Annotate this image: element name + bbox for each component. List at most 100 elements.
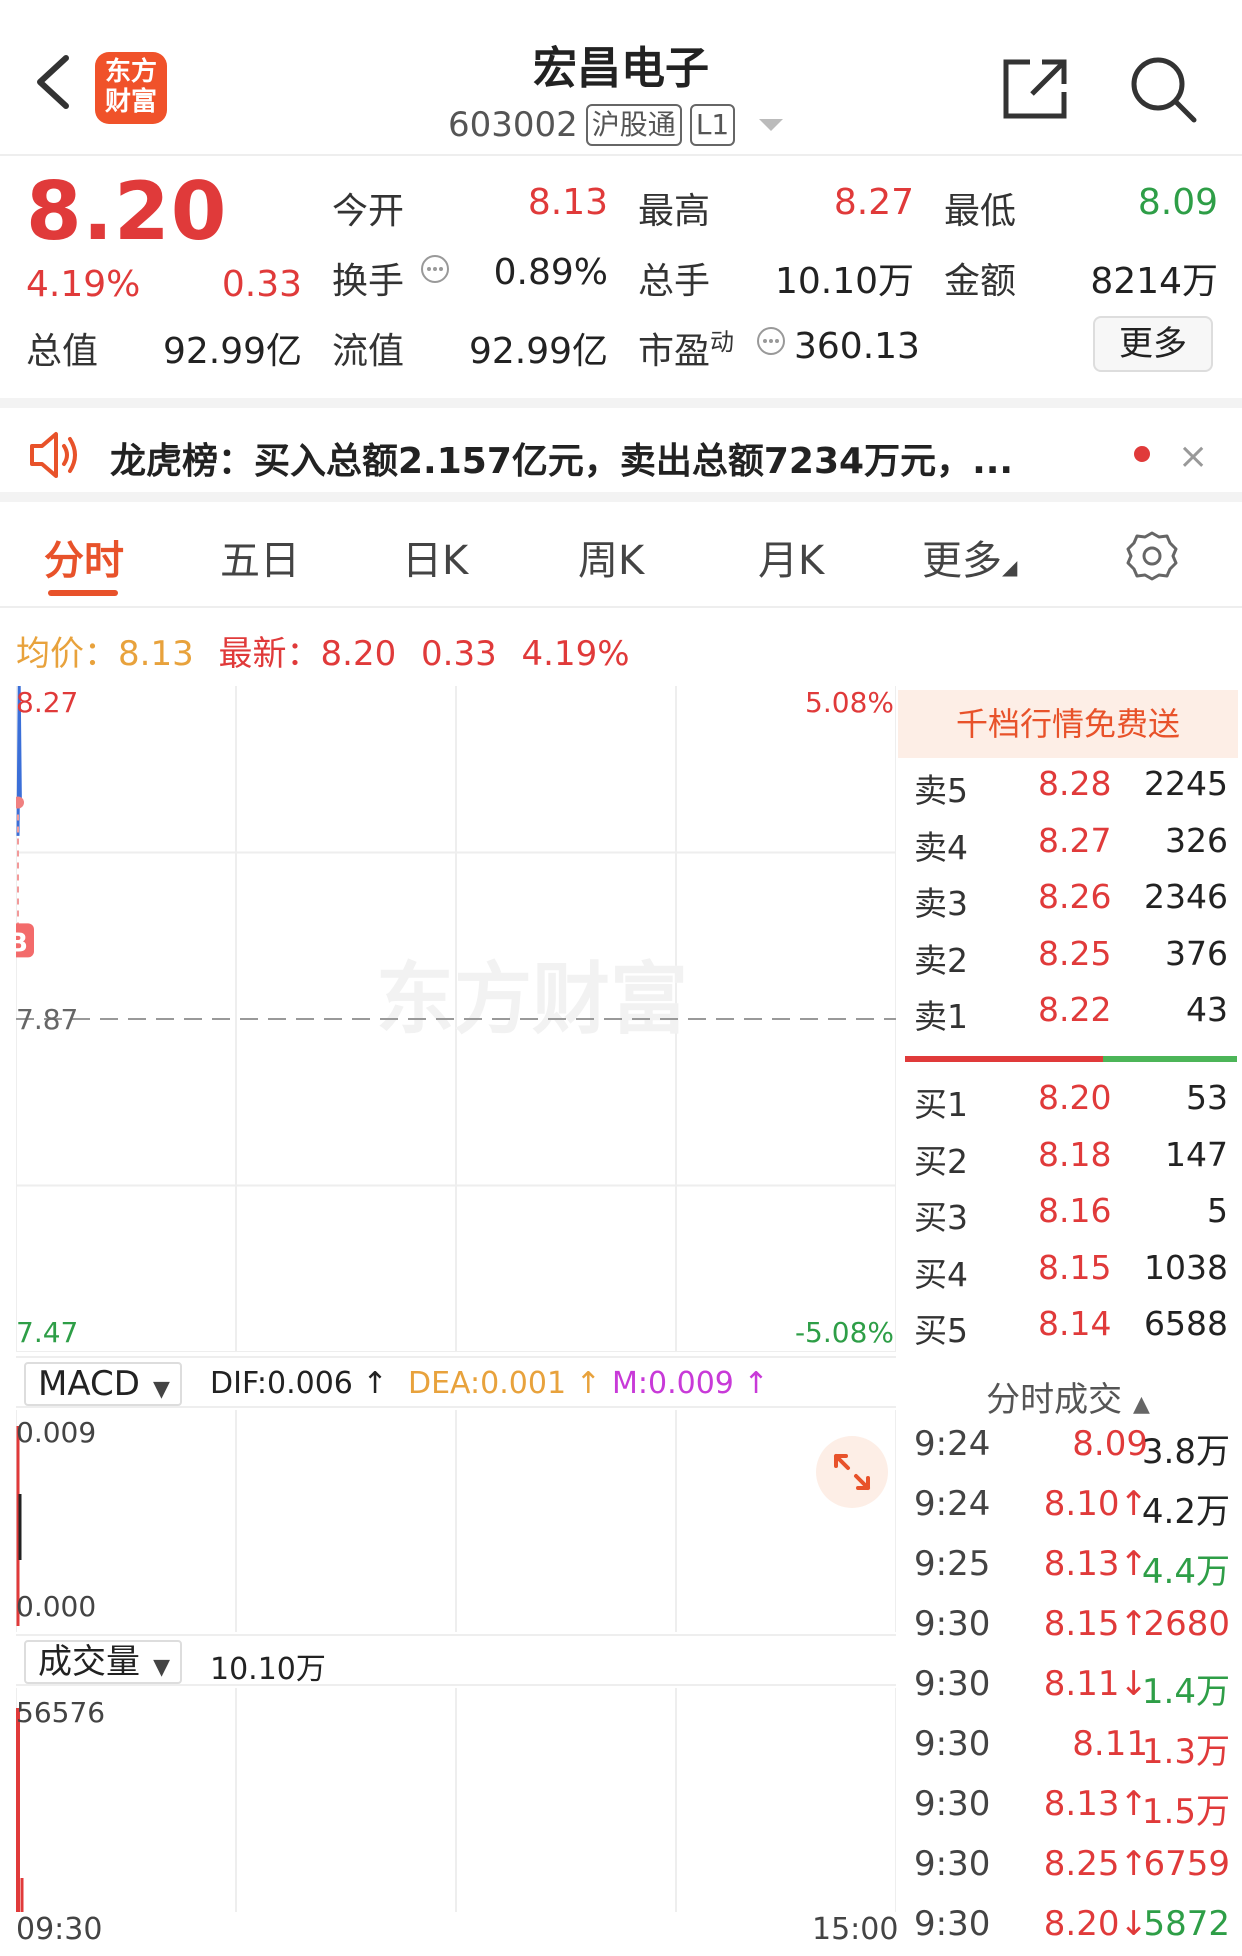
trade-time: 9:30 <box>914 1904 991 1944</box>
tab-underline <box>48 590 118 596</box>
orderbook-row[interactable]: 卖1 8.22 43 <box>898 990 1228 1046</box>
trade-price: 8.15↑ <box>1043 1604 1148 1644</box>
y-tick-top: 8.27 <box>16 686 78 719</box>
high-value: 8.27 <box>833 182 914 223</box>
trade-price: 8.13↑ <box>1043 1544 1148 1584</box>
low-label: 最低 <box>944 191 1017 232</box>
trade-volume: 3.8万 <box>1141 1432 1230 1472</box>
notice-bar[interactable]: 龙虎榜：买入总额2.157亿元，卖出总额7234万元，... × <box>0 398 1242 502</box>
trade-time: 9:30 <box>914 1604 991 1644</box>
last-label: 最新： <box>218 634 321 674</box>
trade-price: 8.11 <box>1072 1724 1148 1764</box>
orderbook-volume: 376 <box>1165 933 1228 973</box>
speaker-icon <box>30 432 77 478</box>
orderbook-price: 8.22 <box>1038 990 1112 1029</box>
trade-volume: 1.5万 <box>1141 1792 1230 1832</box>
tab-weekly-k[interactable]: 周K <box>578 528 644 586</box>
orderbook-row[interactable]: 买1 8.20 53 <box>898 1078 1228 1134</box>
orderbook-row[interactable]: 卖2 8.25 376 <box>898 934 1228 990</box>
chevron-down-icon: ▼ <box>153 1377 170 1402</box>
orderbook-price: 8.28 <box>1038 764 1112 803</box>
amount-label: 金额 <box>944 261 1017 302</box>
macd-toolbar: MACD ▼ DIF:0.006 ↑ DEA:0.001 ↑ M:0.009 ↑ <box>16 1356 896 1408</box>
trade-time: 9:25 <box>914 1544 991 1584</box>
trade-time: 9:30 <box>914 1724 991 1764</box>
volume-select[interactable]: 成交量 ▼ <box>24 1640 182 1684</box>
trade-volume: 6759 <box>1143 1844 1230 1884</box>
more-button[interactable]: 更多 <box>1093 316 1213 372</box>
macd-chart: 0.009 0.000 <box>16 1410 896 1632</box>
intraday-summary: 均价：8.13 最新：8.20 0.33 4.19% <box>16 626 630 675</box>
trade-row: 9:30 8.11 1.3万 <box>898 1724 1230 1782</box>
tab-more[interactable]: 更多◢ <box>922 528 1017 586</box>
trade-time: 9:30 <box>914 1664 991 1704</box>
trade-price: 8.11↓ <box>1043 1664 1148 1704</box>
price-chart[interactable]: 东方财富 B 8.27 7.87 7.47 5.08% -5.08% <box>16 686 896 1352</box>
trade-row: 9:25 8.13↑ 4.4万 <box>898 1544 1230 1602</box>
orderbook-volume: 1038 <box>1144 1247 1228 1287</box>
orderbook-row[interactable]: 卖3 8.26 2346 <box>898 877 1228 933</box>
trade-title[interactable]: 分时成交 ▲ <box>898 1372 1238 1421</box>
trade-time: 9:30 <box>914 1844 991 1884</box>
orderbook-row[interactable]: 卖5 8.28 2245 <box>898 764 1228 820</box>
orderbook-price: 8.25 <box>1038 933 1112 973</box>
orderbook-price: 8.27 <box>1038 820 1112 860</box>
info-icon[interactable] <box>756 326 786 356</box>
orderbook-price: 8.20 <box>1038 1078 1112 1117</box>
info-icon[interactable] <box>420 254 450 284</box>
trade-volume: 4.2万 <box>1141 1492 1230 1532</box>
close-icon[interactable]: × <box>1178 436 1208 477</box>
trade-row: 9:24 8.10↑ 4.2万 <box>898 1484 1230 1542</box>
period-tabs: 分时 五日 日K 周K 月K 更多◢ <box>0 512 1242 608</box>
tab-daily-k[interactable]: 日K <box>402 528 468 586</box>
caret-up-icon: ▲ <box>1132 1392 1150 1417</box>
buy-marker: B <box>16 923 34 958</box>
orderbook-row[interactable]: 卖4 8.27 326 <box>898 821 1228 877</box>
share-icon[interactable] <box>1000 56 1070 122</box>
volume-chart: 56576 <box>16 1688 896 1912</box>
chevron-down-icon[interactable] <box>759 119 784 131</box>
trade-time: 9:24 <box>914 1484 991 1524</box>
gear-icon[interactable] <box>1126 530 1178 582</box>
orderbook-volume: 326 <box>1165 820 1228 860</box>
trade-volume: 4.4万 <box>1141 1552 1230 1592</box>
macd-dea: DEA:0.001 ↑ <box>408 1366 601 1401</box>
notice-text: 龙虎榜：买入总额2.157亿元，卖出总额7234万元，... <box>110 441 1014 482</box>
turnover-label: 换手 <box>332 261 405 302</box>
macd-m: M:0.009 ↑ <box>612 1366 769 1401</box>
volume-top: 56576 <box>16 1696 105 1729</box>
free-level2-banner[interactable]: 千档行情免费送 <box>898 690 1238 758</box>
tab-five-day[interactable]: 五日 <box>220 528 300 586</box>
macd-bottom: 0.000 <box>16 1590 96 1623</box>
tab-monthly-k[interactable]: 月K <box>758 528 824 586</box>
expand-button[interactable] <box>816 1436 888 1508</box>
trade-price: 8.13↑ <box>1043 1784 1148 1824</box>
float-label: 流值 <box>332 331 405 372</box>
macd-select[interactable]: MACD ▼ <box>24 1362 182 1406</box>
orderbook-row[interactable]: 买5 8.14 6588 <box>898 1304 1228 1360</box>
mcap-value: 92.99亿 <box>162 331 302 372</box>
macd-top: 0.009 <box>16 1416 96 1449</box>
orderbook-volume: 5 <box>1207 1191 1228 1230</box>
orderbook-row[interactable]: 买2 8.18 147 <box>898 1135 1228 1191</box>
pe-label: 市盈动 <box>638 328 735 372</box>
high-label: 最高 <box>638 191 711 232</box>
avg-label: 均价： <box>16 634 118 674</box>
buy-marker-label: B <box>16 928 28 958</box>
top-bar: 东方 财富 宏昌电子 603002 沪股通 L1 <box>0 0 1242 156</box>
trade-price: 8.20↓ <box>1043 1904 1148 1944</box>
tab-intraday[interactable]: 分时 <box>44 528 124 586</box>
volume-value: 10.10万 <box>774 261 914 302</box>
trade-row: 9:24 8.09 3.8万 <box>898 1424 1230 1482</box>
volume-label: 总手 <box>638 261 711 302</box>
ask-bid-ratio-red <box>905 1056 1103 1062</box>
orderbook-level: 卖3 <box>914 884 968 923</box>
search-icon[interactable] <box>1128 54 1198 124</box>
orderbook-row[interactable]: 买3 8.16 5 <box>898 1191 1228 1247</box>
orderbook-row[interactable]: 买4 8.15 1038 <box>898 1248 1228 1304</box>
pe-value: 360.13 <box>794 326 920 367</box>
trade-row: 9:30 8.20↓ 5872 <box>898 1904 1230 1956</box>
stock-code-row[interactable]: 603002 沪股通 L1 <box>448 104 784 146</box>
last-price-dot <box>16 796 24 809</box>
trade-row: 9:30 8.13↑ 1.5万 <box>898 1784 1230 1842</box>
